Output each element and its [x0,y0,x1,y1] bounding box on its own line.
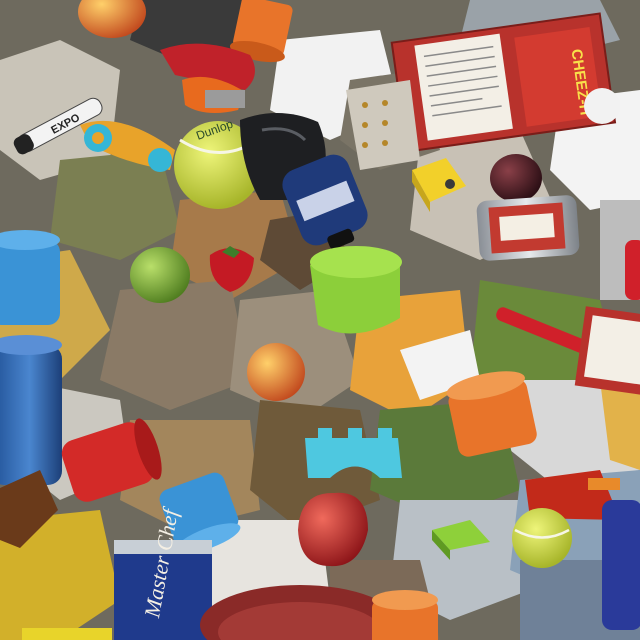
blue-edge-item [602,500,640,630]
lime [130,247,190,303]
green-cup [310,246,402,334]
white-ball [584,88,620,124]
blue-cylinder [0,335,62,485]
box-fragment [574,306,640,397]
scene: CHEEZ-IT EXPO Dunlop Master Chef [0,0,640,640]
tennis-ball-2 [512,508,572,568]
orange-cup-3 [372,590,438,640]
scene-canvas: CHEEZ-IT EXPO Dunlop Master Chef [0,0,640,640]
yellow-item [22,628,112,640]
blue-cup [0,230,60,325]
soup-can [476,195,580,261]
red-edge-item [625,240,640,300]
peach-2 [247,343,305,401]
plum [490,154,542,202]
